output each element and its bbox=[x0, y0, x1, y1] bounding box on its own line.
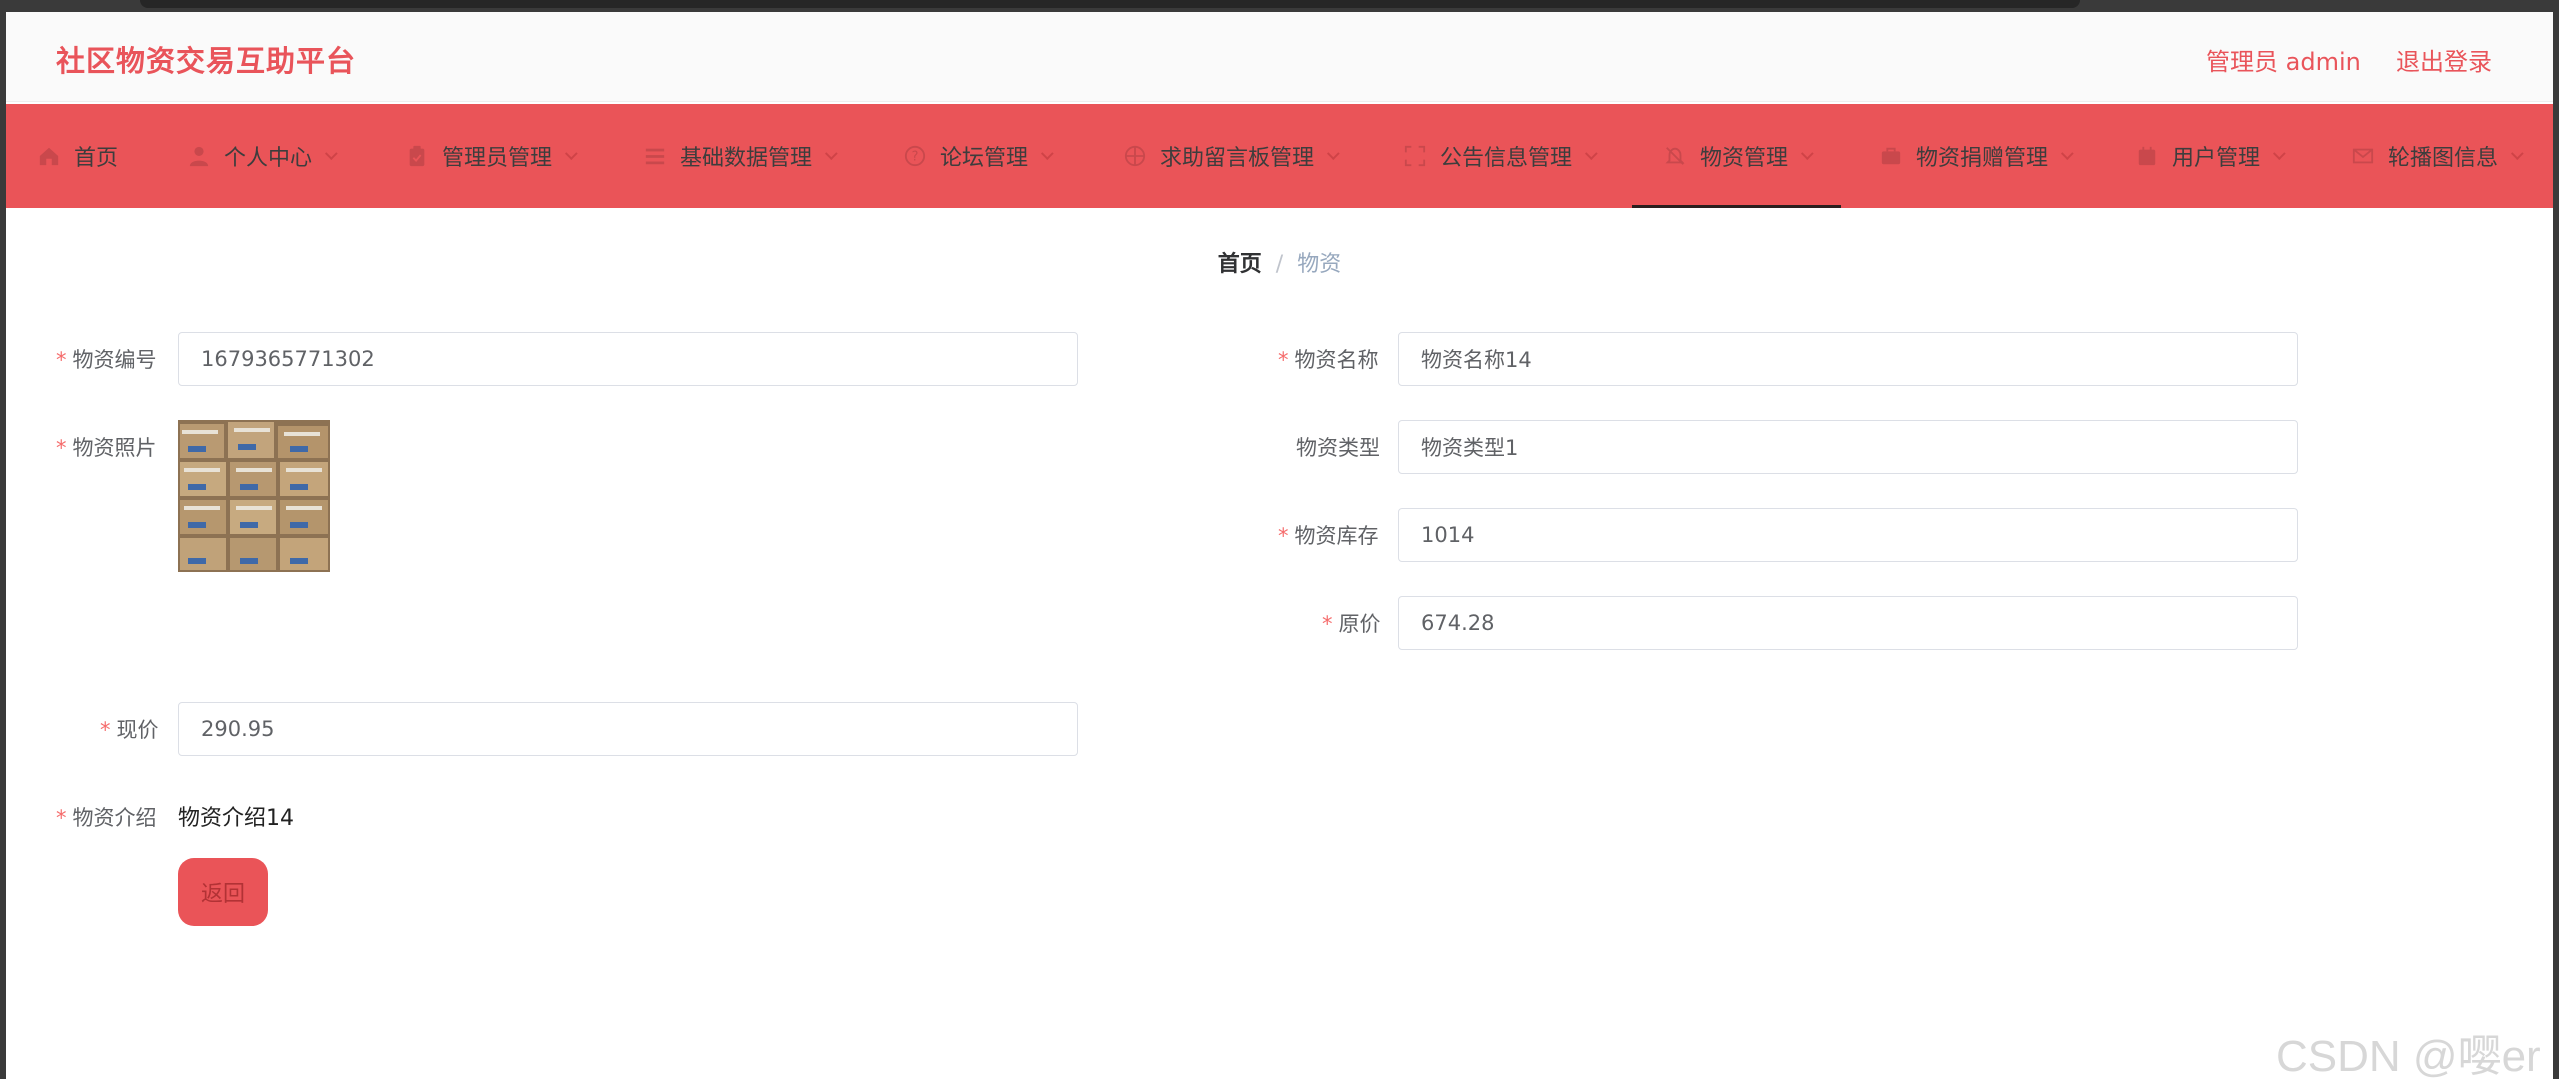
main-nav: 首页 个人中心 管理员管理 基础数据管理 ? 论坛管理 求助留言板管理 公告信息… bbox=[6, 104, 2553, 208]
nav-label-materials: 物资管理 bbox=[1700, 146, 1789, 171]
type-label: 物资类型 bbox=[1296, 436, 1380, 460]
window-right-edge bbox=[2553, 0, 2559, 1079]
chevron-down-icon bbox=[2060, 146, 2074, 160]
fullscreen-icon bbox=[1404, 145, 1426, 167]
required-mark: * bbox=[100, 718, 111, 742]
user-icon bbox=[189, 146, 209, 167]
nav-label-carousel: 轮播图信息 bbox=[2388, 146, 2499, 171]
price-label-text: 现价 bbox=[116, 718, 159, 742]
orig-price-label: * 原价 bbox=[1322, 608, 1381, 638]
nav-item-notice[interactable]: 公告信息管理 bbox=[1404, 104, 1598, 208]
boxes-image bbox=[178, 420, 330, 572]
list-icon bbox=[645, 148, 665, 165]
name-label-text: 物资名称 bbox=[1294, 348, 1379, 372]
photo-label: * 物资照片 bbox=[56, 432, 157, 462]
type-field[interactable]: 物资类型1 bbox=[1398, 420, 2298, 474]
name-field[interactable]: 物资名称14 bbox=[1398, 332, 2298, 386]
nav-item-carousel[interactable]: 轮播图信息 bbox=[2352, 104, 2524, 208]
mail-icon bbox=[2352, 148, 2374, 164]
orig-price-label-text: 原价 bbox=[1338, 612, 1381, 636]
nav-item-basic-data[interactable]: 基础数据管理 bbox=[644, 104, 838, 208]
required-mark: * bbox=[1322, 612, 1333, 636]
nav-item-help-board[interactable]: 求助留言板管理 bbox=[1124, 104, 1340, 208]
stock-label: * 物资库存 bbox=[1278, 520, 1379, 550]
logout-link[interactable]: 退出登录 bbox=[2396, 42, 2492, 77]
svg-text:?: ? bbox=[912, 150, 919, 165]
required-mark: * bbox=[56, 436, 67, 460]
globe-icon bbox=[1124, 145, 1146, 167]
stock-label-text: 物资库存 bbox=[1294, 524, 1379, 548]
required-mark: * bbox=[56, 806, 67, 830]
code-field[interactable]: 1679365771302 bbox=[178, 332, 1078, 386]
back-button[interactable]: 返回 bbox=[178, 858, 268, 926]
breadcrumb-separator: / bbox=[1275, 252, 1284, 277]
required-mark: * bbox=[1278, 524, 1289, 548]
chevron-down-icon bbox=[564, 146, 578, 160]
nav-label-admin: 管理员管理 bbox=[442, 146, 553, 171]
csdn-watermark: CSDN @嘤er bbox=[2276, 1032, 2541, 1079]
top-header: 社区物资交易互助平台 管理员 admin 退出登录 bbox=[6, 12, 2553, 102]
nav-item-home[interactable]: 首页 bbox=[38, 104, 118, 208]
intro-label: * 物资介绍 bbox=[56, 802, 157, 832]
chevron-down-icon bbox=[1584, 146, 1598, 160]
nav-label-notice: 公告信息管理 bbox=[1440, 146, 1573, 171]
nav-label-forum: 论坛管理 bbox=[940, 146, 1029, 171]
intro-text: 物资介绍14 bbox=[178, 806, 294, 831]
nav-label-users: 用户管理 bbox=[2172, 146, 2261, 171]
clipboard-icon bbox=[409, 145, 425, 167]
nav-item-forum[interactable]: ? 论坛管理 bbox=[904, 104, 1054, 208]
chevron-down-icon bbox=[324, 146, 338, 160]
material-photo[interactable] bbox=[178, 420, 330, 572]
photo-label-text: 物资照片 bbox=[72, 436, 157, 460]
nav-label-basic-data: 基础数据管理 bbox=[680, 146, 813, 171]
breadcrumb-home[interactable]: 首页 bbox=[1218, 252, 1262, 277]
code-label: * 物资编号 bbox=[56, 344, 157, 374]
site-title: 社区物资交易互助平台 bbox=[56, 44, 357, 78]
breadcrumb: 首页 / 物资 bbox=[6, 246, 2553, 278]
required-mark: * bbox=[1278, 348, 1289, 372]
nav-label-personal: 个人中心 bbox=[224, 146, 313, 171]
intro-label-text: 物资介绍 bbox=[72, 806, 157, 830]
chevron-down-icon bbox=[2272, 146, 2286, 160]
nav-label-donation: 物资捐赠管理 bbox=[1916, 146, 2049, 171]
nav-item-admin[interactable]: 管理员管理 bbox=[406, 104, 578, 208]
help-circle-icon: ? bbox=[904, 145, 926, 167]
nav-item-personal[interactable]: 个人中心 bbox=[188, 104, 338, 208]
chevron-down-icon bbox=[2510, 146, 2524, 160]
orig-price-field[interactable]: 674.28 bbox=[1398, 596, 2298, 650]
nav-item-donation[interactable]: 物资捐赠管理 bbox=[1880, 104, 2074, 208]
home-icon bbox=[39, 147, 59, 166]
chevron-down-icon bbox=[1800, 146, 1814, 160]
code-label-text: 物资编号 bbox=[72, 348, 157, 372]
chevron-down-icon bbox=[824, 146, 838, 160]
nav-label-help-board: 求助留言板管理 bbox=[1160, 146, 1315, 171]
admin-user-label[interactable]: 管理员 admin bbox=[2206, 42, 2361, 77]
nav-item-materials[interactable]: 物资管理 bbox=[1631, 104, 1842, 208]
browser-top-strip bbox=[0, 0, 2559, 12]
chevron-down-icon bbox=[1326, 146, 1340, 160]
stock-field[interactable]: 1014 bbox=[1398, 508, 2298, 562]
chevron-down-icon bbox=[1040, 146, 1054, 160]
browser-tab-bar bbox=[140, 0, 2080, 8]
price-field[interactable]: 290.95 bbox=[178, 702, 1078, 756]
calendar-icon bbox=[2138, 146, 2156, 166]
nav-item-users[interactable]: 用户管理 bbox=[2136, 104, 2286, 208]
briefcase-icon bbox=[1881, 147, 1901, 165]
nav-label-home: 首页 bbox=[74, 146, 119, 171]
app-window: 社区物资交易互助平台 管理员 admin 退出登录 首页 个人中心 管理员管理 … bbox=[6, 12, 2553, 1079]
name-label: * 物资名称 bbox=[1278, 344, 1379, 374]
price-label: * 现价 bbox=[100, 714, 159, 744]
required-mark: * bbox=[56, 348, 67, 372]
bell-off-icon bbox=[1665, 147, 1685, 165]
breadcrumb-current: 物资 bbox=[1297, 252, 1342, 277]
